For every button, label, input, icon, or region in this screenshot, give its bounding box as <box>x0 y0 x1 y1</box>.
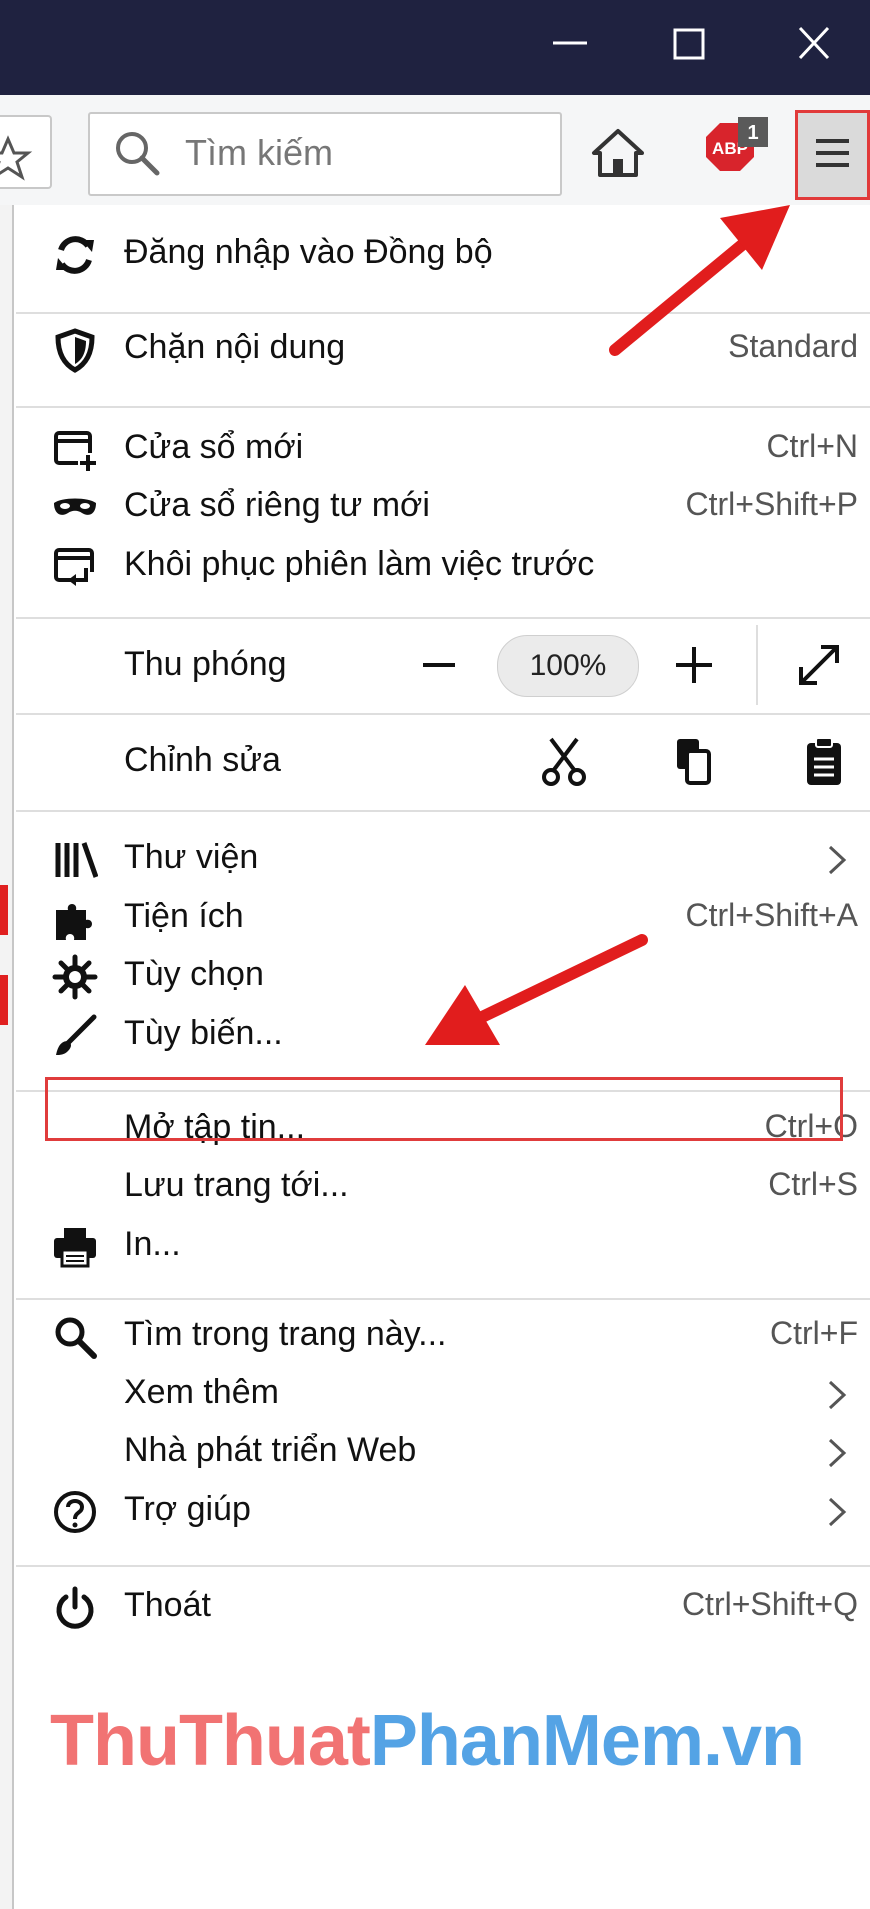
annotation-arrows <box>425 205 790 1045</box>
arrow-to-menu-button <box>609 234 754 356</box>
arrow-to-options <box>474 934 648 1024</box>
watermark-logo: ThuThuatPhanMem.vn <box>50 1701 805 1781</box>
